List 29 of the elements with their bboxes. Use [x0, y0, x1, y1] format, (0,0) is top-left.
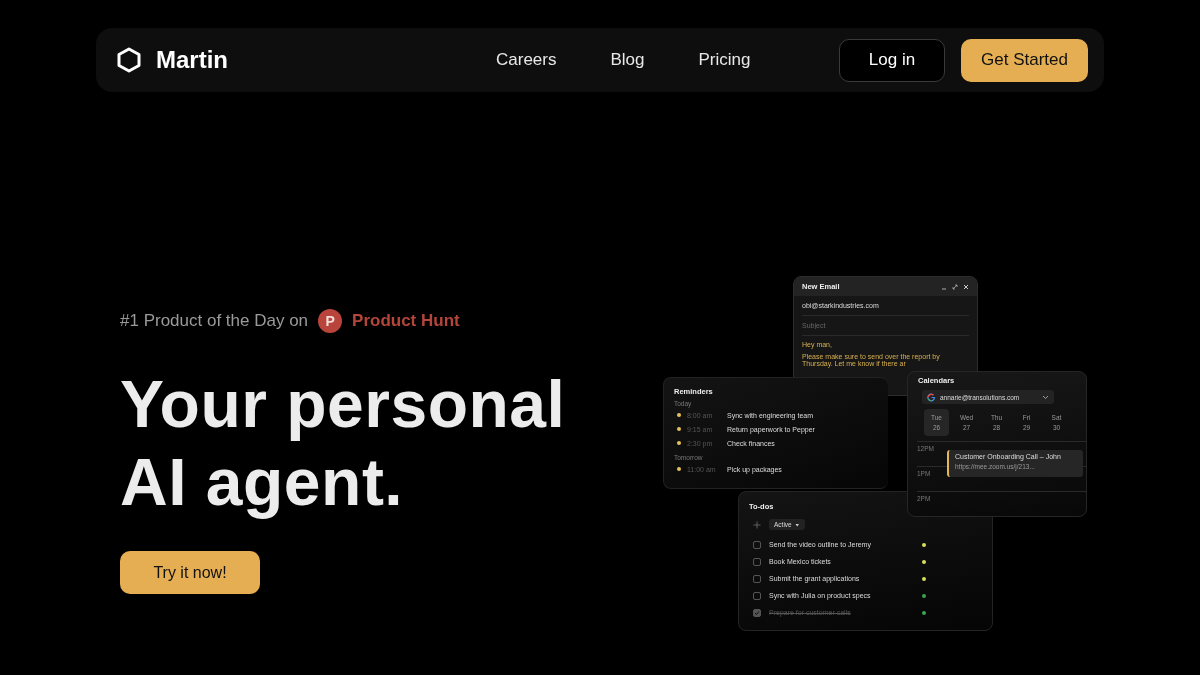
get-started-button[interactable]: Get Started: [961, 38, 1088, 82]
caret-icon: [794, 522, 800, 527]
checkbox[interactable]: [753, 608, 761, 617]
bullet-icon: [677, 427, 681, 431]
nav-link[interactable]: Careers: [496, 50, 557, 70]
hexagon-logo-icon: [116, 47, 142, 73]
bullet-icon: [677, 413, 681, 417]
bullet-icon: [677, 467, 681, 471]
nav-link[interactable]: Pricing: [698, 50, 751, 70]
expand-icon: [952, 283, 958, 290]
checkbox[interactable]: [753, 540, 761, 549]
brand-name: Martin: [156, 46, 228, 74]
try-it-now-button[interactable]: Try it now!: [120, 551, 260, 594]
chevron-down-icon: [1042, 394, 1049, 400]
headline: AI agent.: [120, 444, 404, 521]
checkbox[interactable]: [753, 574, 761, 583]
nav-link[interactable]: Blog: [610, 50, 645, 70]
product-hunt-name[interactable]: Product Hunt: [352, 311, 460, 331]
g-logo-icon: [927, 392, 936, 402]
checkbox[interactable]: [753, 557, 761, 566]
checkbox[interactable]: [753, 591, 761, 600]
plus-icon: [753, 520, 761, 529]
headline: Your personal: [120, 366, 566, 443]
close-icon: [963, 283, 969, 290]
award-text: #1 Product of the Day on: [120, 311, 309, 331]
bullet-icon: [677, 441, 681, 445]
product-hunt-logo: P: [318, 309, 343, 333]
check-icon: [754, 609, 760, 616]
login-button[interactable]: Log in: [839, 38, 945, 82]
